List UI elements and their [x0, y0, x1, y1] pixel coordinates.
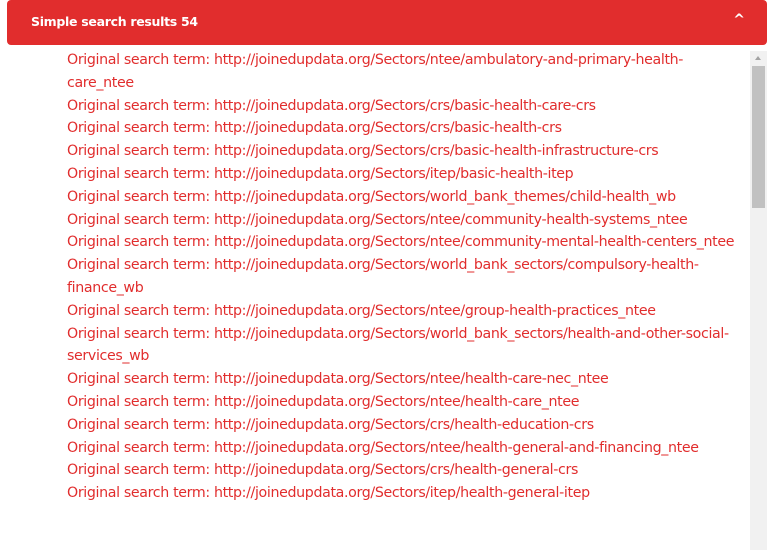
result-link[interactable]: Original search term: http://joinedupdat…: [67, 482, 737, 505]
results-title: Simple search results 54: [31, 14, 198, 29]
result-link[interactable]: Original search term: http://joinedupdat…: [67, 391, 737, 414]
result-link[interactable]: Original search term: http://joinedupdat…: [67, 231, 737, 254]
result-link[interactable]: Original search term: http://joinedupdat…: [67, 163, 737, 186]
result-link[interactable]: Original search term: http://joinedupdat…: [67, 186, 737, 209]
result-link[interactable]: Original search term: http://joinedupdat…: [67, 254, 737, 300]
scroll-up-arrow-icon[interactable]: [750, 51, 767, 65]
search-results-panel: Simple search results 54 ^ Original sear…: [0, 0, 774, 550]
result-link[interactable]: Original search term: http://joinedupdat…: [67, 300, 737, 323]
result-link[interactable]: Original search term: http://joinedupdat…: [67, 323, 737, 369]
result-link[interactable]: Original search term: http://joinedupdat…: [67, 414, 737, 437]
results-list: Original search term: http://joinedupdat…: [67, 49, 737, 505]
result-link[interactable]: Original search term: http://joinedupdat…: [67, 368, 737, 391]
results-body: Original search term: http://joinedupdat…: [7, 45, 767, 550]
chevron-up-icon[interactable]: ^: [733, 12, 745, 28]
result-link[interactable]: Original search term: http://joinedupdat…: [67, 459, 737, 482]
result-link[interactable]: Original search term: http://joinedupdat…: [67, 437, 737, 460]
result-link[interactable]: Original search term: http://joinedupdat…: [67, 140, 737, 163]
result-link[interactable]: Original search term: http://joinedupdat…: [67, 95, 737, 118]
result-link[interactable]: Original search term: http://joinedupdat…: [67, 209, 737, 232]
result-link[interactable]: Original search term: http://joinedupdat…: [67, 117, 737, 140]
vertical-scrollbar[interactable]: [750, 51, 767, 550]
scroll-thumb[interactable]: [752, 66, 765, 208]
results-header[interactable]: Simple search results 54 ^: [7, 0, 767, 45]
result-link[interactable]: Original search term: http://joinedupdat…: [67, 49, 737, 95]
